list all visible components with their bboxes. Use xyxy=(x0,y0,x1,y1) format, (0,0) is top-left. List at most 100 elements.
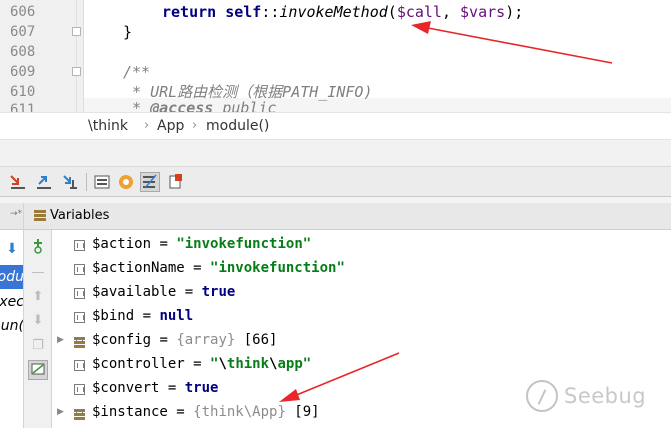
variable-name: $actionName xyxy=(92,260,185,276)
evaluate-expression-icon[interactable] xyxy=(92,172,112,192)
equals-sign: = xyxy=(167,404,194,420)
scope-operator: :: xyxy=(261,3,280,21)
variable-name: $action xyxy=(92,236,152,252)
doc-tag-value: public xyxy=(213,99,277,112)
fold-marker-icon[interactable] xyxy=(72,27,81,36)
seebug-logo-icon xyxy=(526,380,558,412)
variable-name: $config xyxy=(92,332,152,348)
variable-row[interactable]: $available = true xyxy=(52,281,671,305)
field-icon xyxy=(74,264,85,275)
variable-row[interactable]: $controller = "\think\app" xyxy=(52,353,671,377)
variable-name: $convert xyxy=(92,380,160,396)
breadcrumb-item-method[interactable]: module() xyxy=(206,118,269,134)
breadcrumb-item-namespace[interactable]: \think xyxy=(88,118,128,134)
field-icon xyxy=(74,360,85,371)
equals-sign: = xyxy=(151,332,177,348)
variable-name: $controller xyxy=(92,356,185,372)
step-out-icon[interactable] xyxy=(60,172,80,192)
variable-value: [66] xyxy=(235,332,278,348)
line-number: 609 xyxy=(10,64,36,80)
variable-type: {think\App} xyxy=(193,404,286,420)
keyword-return: return xyxy=(162,3,217,21)
show-watches-icon[interactable] xyxy=(28,360,48,380)
equals-sign: = xyxy=(176,284,202,300)
arg-vars: $vars xyxy=(460,3,506,21)
debugger-toolbar xyxy=(0,167,671,197)
copy-icon[interactable]: ❐ xyxy=(28,336,48,356)
variable-value: true xyxy=(201,284,236,300)
variables-title: Variables xyxy=(50,208,110,223)
paren-close: ); xyxy=(505,3,524,21)
code-line-607: } xyxy=(123,23,133,41)
remove-watch-icon[interactable]: — xyxy=(28,263,48,283)
variable-name: $instance xyxy=(92,404,168,420)
move-up-icon[interactable]: ⬆ xyxy=(28,287,48,307)
variable-row[interactable]: $actionName = "invokefunction" xyxy=(52,257,671,281)
code-line-606: return self::invokeMethod($call, $vars); xyxy=(162,2,523,22)
variables-icon xyxy=(34,210,46,222)
frame-item[interactable]: odu xyxy=(0,265,23,289)
line-number: 606 xyxy=(10,4,36,20)
variables-tools: — ⬆ ⬇ ❐ xyxy=(24,203,52,428)
variable-value: true xyxy=(184,380,219,396)
frames-header: →* xyxy=(0,203,23,230)
force-step-into-icon[interactable] xyxy=(34,172,54,192)
equals-sign: = xyxy=(134,308,160,324)
restore-layout-icon[interactable] xyxy=(166,172,186,192)
field-icon xyxy=(74,384,85,395)
equals-sign: = xyxy=(159,380,185,396)
variable-type: {array} xyxy=(176,332,236,348)
arrow-down-icon[interactable]: ⬇ xyxy=(0,237,23,261)
move-down-icon[interactable]: ⬇ xyxy=(28,311,48,331)
frame-item[interactable]: xec xyxy=(0,290,23,314)
field-icon xyxy=(74,288,85,299)
code-line-611: * @access public xyxy=(123,98,277,112)
line-number: 611 xyxy=(10,102,36,112)
equals-sign: = xyxy=(184,260,211,276)
expand-arrow-icon[interactable]: ▶ xyxy=(57,407,64,417)
breadcrumb: \think › App › module() xyxy=(0,112,671,140)
arg-separator: , xyxy=(441,3,461,21)
tool-window-tabs-bar xyxy=(0,140,671,167)
variable-row[interactable]: $action = "invokefunction" xyxy=(52,233,671,257)
frame-item[interactable]: un( xyxy=(0,314,23,338)
watch-icon[interactable] xyxy=(116,172,136,192)
toolbar-separator xyxy=(86,173,87,191)
object-icon xyxy=(74,408,85,420)
paren-open: ( xyxy=(387,3,397,21)
equals-sign: = xyxy=(151,236,177,252)
field-icon xyxy=(74,312,85,323)
variable-row[interactable]: $bind = null xyxy=(52,305,671,329)
doc-tag: @access xyxy=(150,99,214,112)
breadcrumb-separator: › xyxy=(144,118,150,133)
equals-sign: = xyxy=(184,356,211,372)
line-number: 608 xyxy=(10,44,36,60)
variables-header: Variables xyxy=(24,203,671,230)
breadcrumb-separator: › xyxy=(192,118,198,133)
variable-name: $bind xyxy=(92,308,135,324)
variable-row[interactable]: ▶ $config = {array} [66] xyxy=(52,329,671,353)
line-number: 610 xyxy=(10,84,36,100)
step-into-icon[interactable] xyxy=(8,172,28,192)
field-icon xyxy=(74,240,85,251)
fold-marker-icon[interactable] xyxy=(72,67,81,76)
doc-star: * xyxy=(123,99,151,112)
frames-panel: →* ⬇ odu xec un( xyxy=(0,203,24,428)
code-editor[interactable]: 606 607 608 609 610 611 return self::inv… xyxy=(0,0,671,112)
watermark-text: Seebug xyxy=(564,384,647,408)
code-line-609: /** xyxy=(123,63,151,81)
new-watch-icon[interactable] xyxy=(28,237,48,257)
variables-view-icon[interactable] xyxy=(140,172,160,192)
variable-value: "invokefunction" xyxy=(210,260,345,276)
keyword-self: self xyxy=(225,3,262,21)
pin-tab-icon[interactable]: →* xyxy=(10,209,22,219)
variable-value: "\think\app" xyxy=(210,356,312,372)
variable-name: $available xyxy=(92,284,177,300)
expand-arrow-icon[interactable]: ▶ xyxy=(57,335,64,345)
fold-guide xyxy=(76,0,77,112)
array-icon xyxy=(74,336,85,348)
arg-call: $call xyxy=(396,3,442,21)
breadcrumb-item-class[interactable]: App xyxy=(157,118,184,134)
line-number: 607 xyxy=(10,24,36,40)
variable-value: "invokefunction" xyxy=(176,236,312,252)
